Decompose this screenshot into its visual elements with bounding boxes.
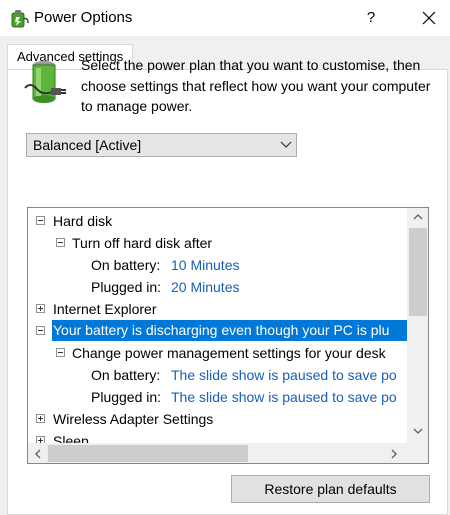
intro-description: Select the power plan that you want to c… [81, 57, 431, 114]
tree-item-label: Your battery is discharging even though … [53, 322, 390, 338]
setting-value-link[interactable]: 10 Minutes [171, 254, 239, 276]
help-button[interactable]: ? [356, 4, 386, 32]
selection-highlight: Your battery is discharging even though … [52, 320, 408, 341]
scroll-down-icon[interactable] [412, 426, 424, 436]
setting-value-link[interactable]: The slide show is paused to save po [171, 364, 397, 386]
setting-label: Plugged in: [91, 279, 162, 295]
tree-item-wireless-adapter[interactable]: Wireless Adapter Settings [28, 408, 408, 430]
setting-value-link[interactable]: The slide show is paused to save po [171, 386, 397, 408]
restore-plan-defaults-button[interactable]: Restore plan defaults [231, 475, 430, 503]
tree-item-hard-disk[interactable]: Hard disk [28, 210, 408, 232]
vertical-scrollbar[interactable] [407, 208, 428, 444]
collapse-icon[interactable] [36, 216, 45, 225]
tree-item-label: Internet Explorer [53, 301, 157, 317]
tree-item-label: Hard disk [53, 213, 113, 229]
scroll-right-icon[interactable] [389, 448, 399, 460]
title-bar: Power Options ? [0, 0, 450, 36]
tree-item-change-power-mgmt[interactable]: Change power management settings for you… [28, 342, 408, 364]
power-plan-select[interactable]: Balanced [Active] [26, 133, 297, 157]
horizontal-scrollbar[interactable] [28, 443, 428, 463]
scroll-up-icon[interactable] [412, 212, 424, 222]
chevron-down-icon [280, 141, 292, 148]
collapse-icon[interactable] [56, 238, 65, 247]
tree-item-hd-plugged-in[interactable]: Plugged in: 20 Minutes [28, 276, 408, 298]
tree-item-ss-on-battery[interactable]: On battery: The slide show is paused to … [28, 364, 408, 386]
window-title: Power Options [34, 9, 133, 26]
tree-item-label: Wireless Adapter Settings [53, 411, 214, 427]
power-options-icon [11, 10, 29, 28]
battery-plan-icon [24, 61, 66, 103]
setting-value-link[interactable]: 20 Minutes [171, 276, 239, 298]
setting-label: On battery: [91, 367, 161, 383]
close-icon[interactable] [412, 4, 446, 32]
vertical-scroll-thumb[interactable] [409, 228, 427, 316]
setting-label: On battery: [91, 257, 161, 273]
expand-icon[interactable] [36, 304, 45, 313]
tree-item-label: Turn off hard disk after [72, 235, 213, 251]
tree-item-battery-discharging[interactable]: Your battery is discharging even though … [28, 320, 408, 341]
tree-item-internet-explorer[interactable]: Internet Explorer [28, 298, 408, 320]
tree-item-ss-plugged-in[interactable]: Plugged in: The slide show is paused to … [28, 386, 408, 408]
tree-item-hd-on-battery[interactable]: On battery: 10 Minutes [28, 254, 408, 276]
tree-item-label: Change power management settings for you… [72, 345, 386, 361]
collapse-icon[interactable] [56, 348, 65, 357]
settings-tree[interactable]: Hard disk Turn off hard disk after On ba… [27, 207, 429, 464]
expand-icon[interactable] [36, 414, 45, 423]
tree-item-turn-off-hard-disk[interactable]: Turn off hard disk after [28, 232, 408, 254]
power-plan-select-value: Balanced [Active] [33, 137, 142, 153]
setting-label: Plugged in: [91, 389, 162, 405]
horizontal-scroll-thumb[interactable] [48, 445, 248, 462]
scrollbar-corner [407, 443, 428, 463]
scroll-left-icon[interactable] [33, 448, 43, 460]
collapse-icon[interactable] [36, 326, 45, 335]
